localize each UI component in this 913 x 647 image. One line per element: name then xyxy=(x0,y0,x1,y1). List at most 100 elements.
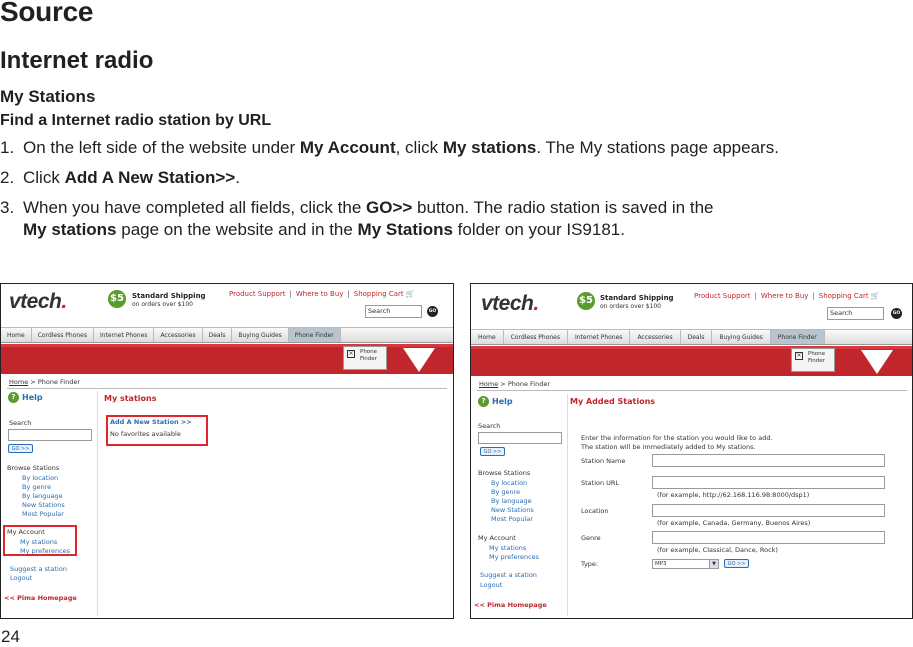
nav-home[interactable]: Home xyxy=(1,328,32,342)
v-logo-mark xyxy=(861,350,893,374)
help-link[interactable]: Help xyxy=(22,393,43,402)
sidebar-search-label: Search xyxy=(9,419,32,427)
cart-icon: 🛒 xyxy=(868,292,880,300)
help-icon: ? xyxy=(8,392,19,403)
nav-accessories[interactable]: Accessories xyxy=(630,330,681,344)
sidebar-go-button[interactable]: GO >> xyxy=(480,447,505,456)
vtech-logo: vtech. xyxy=(9,290,67,313)
step-3: 3. When you have completed all fields, cl… xyxy=(0,198,714,239)
shipping-subtitle: on orders over $100 xyxy=(600,303,661,310)
my-stations-title: My stations xyxy=(104,394,157,403)
chevron-down-icon: ▼ xyxy=(709,560,718,568)
my-stations-link[interactable]: My stations xyxy=(489,544,526,552)
new-stations-link[interactable]: New Stations xyxy=(491,506,534,514)
product-support-link[interactable]: Product Support xyxy=(694,292,750,300)
sidebar-search-input[interactable] xyxy=(478,432,562,444)
pima-homepage-link[interactable]: << Pima Homepage xyxy=(4,594,77,602)
station-name-input[interactable] xyxy=(652,454,885,467)
form-intro-line1: Enter the information for the station yo… xyxy=(581,434,773,442)
shipping-subtitle: on orders over $100 xyxy=(132,301,193,308)
nav-accessories[interactable]: Accessories xyxy=(154,328,203,342)
shipping-badge: $5 xyxy=(577,292,595,310)
where-to-buy-link[interactable]: Where to Buy xyxy=(761,292,809,300)
location-label: Location xyxy=(581,507,609,515)
sidebar-go-button[interactable]: GO >> xyxy=(8,444,33,453)
pima-homepage-link[interactable]: << Pima Homepage xyxy=(474,601,547,609)
by-language-link[interactable]: By language xyxy=(491,497,532,505)
breadcrumb-home[interactable]: Home xyxy=(9,378,28,386)
nav-deals[interactable]: Deals xyxy=(203,328,233,342)
type-select[interactable]: MP3 ▼ xyxy=(652,559,719,569)
shipping-title: Standard Shipping xyxy=(600,294,674,302)
shopping-cart-link[interactable]: Shopping Cart xyxy=(354,290,404,298)
by-location-link[interactable]: By location xyxy=(22,474,58,482)
location-input[interactable] xyxy=(652,504,885,517)
genre-input[interactable] xyxy=(652,531,885,544)
add-station-go-button[interactable]: GO >> xyxy=(724,559,749,568)
sidebar-search-label: Search xyxy=(478,422,501,430)
station-url-hint: (for example, http://62.168.116.98:8000/… xyxy=(657,491,810,499)
v-logo-mark xyxy=(403,348,435,372)
breadcrumb: Home > Phone Finder xyxy=(479,380,551,388)
type-label: Type: xyxy=(581,560,599,568)
logout-link[interactable]: Logout xyxy=(10,574,32,582)
logout-link[interactable]: Logout xyxy=(480,581,502,589)
station-url-input[interactable] xyxy=(652,476,885,489)
most-popular-link[interactable]: Most Popular xyxy=(22,510,64,518)
cart-icon: 🛒 xyxy=(403,290,415,298)
genre-label: Genre xyxy=(581,534,601,542)
nav-buying-guides[interactable]: Buying Guides xyxy=(232,328,289,342)
nav-internet-phones[interactable]: Internet Phones xyxy=(94,328,155,342)
my-account-label: My Account xyxy=(478,534,516,542)
step-2: 2. Click Add A New Station>>. xyxy=(0,168,240,187)
main-nav: Home Cordless Phones Internet Phones Acc… xyxy=(471,329,912,345)
location-hint: (for example, Canada, Germany, Buenos Ai… xyxy=(657,519,811,527)
site-search-go-button[interactable]: GO xyxy=(427,306,438,317)
add-station-highlight xyxy=(106,415,208,446)
help-link[interactable]: Help xyxy=(492,397,513,406)
suggest-station-link[interactable]: Suggest a station xyxy=(10,565,67,573)
my-account-highlight xyxy=(3,525,77,556)
nav-internet-phones[interactable]: Internet Phones xyxy=(568,330,631,344)
where-to-buy-link[interactable]: Where to Buy xyxy=(296,290,344,298)
new-stations-link[interactable]: New Stations xyxy=(22,501,65,509)
screenshot-my-stations: vtech. $5 Standard Shipping on orders ov… xyxy=(0,283,454,619)
shopping-cart-link[interactable]: Shopping Cart xyxy=(819,292,869,300)
nav-cordless-phones[interactable]: Cordless Phones xyxy=(32,328,94,342)
site-search-input[interactable]: Search xyxy=(827,307,884,320)
shipping-badge: $5 xyxy=(108,290,126,308)
phone-finder-box[interactable]: × Phone Finder xyxy=(343,346,387,370)
nav-cordless-phones[interactable]: Cordless Phones xyxy=(504,330,568,344)
manual-page: Source Internet radio My Stations Find a… xyxy=(0,0,913,646)
most-popular-link[interactable]: Most Popular xyxy=(491,515,533,523)
nav-phone-finder[interactable]: Phone Finder xyxy=(288,328,341,342)
site-search-input[interactable]: Search xyxy=(365,305,422,318)
my-preferences-link[interactable]: My preferences xyxy=(489,553,539,561)
step-1: 1. On the left side of the website under … xyxy=(0,138,779,157)
by-location-link[interactable]: By location xyxy=(491,479,527,487)
page-number: 24 xyxy=(1,627,20,646)
breadcrumb-home[interactable]: Home xyxy=(479,380,498,388)
sidebar-search-input[interactable] xyxy=(8,429,92,441)
phone-finder-box[interactable]: × Phone Finder xyxy=(791,348,835,372)
station-url-label: Station URL xyxy=(581,479,620,487)
screenshot-add-station: vtech. $5 Standard Shipping on orders ov… xyxy=(470,283,913,619)
close-icon: × xyxy=(347,350,355,358)
top-links: Product Support | Where to Buy | Shopping Ca… xyxy=(694,292,880,300)
by-genre-link[interactable]: By genre xyxy=(491,488,520,496)
my-added-stations-title: My Added Stations xyxy=(570,397,656,406)
nav-deals[interactable]: Deals xyxy=(681,330,713,344)
instruction-steps: 1. On the left side of the website under … xyxy=(0,137,912,241)
red-banner: × Phone Finder xyxy=(1,344,453,374)
site-search-go-button[interactable]: GO xyxy=(891,308,902,319)
nav-buying-guides[interactable]: Buying Guides xyxy=(712,330,771,344)
by-genre-link[interactable]: By genre xyxy=(22,483,51,491)
product-support-link[interactable]: Product Support xyxy=(229,290,285,298)
form-intro-line2: The station will be immediately added to… xyxy=(581,443,756,451)
station-name-label: Station Name xyxy=(581,457,626,465)
red-banner: × Phone Finder xyxy=(471,346,912,376)
nav-home[interactable]: Home xyxy=(471,330,504,344)
by-language-link[interactable]: By language xyxy=(22,492,63,500)
nav-phone-finder[interactable]: Phone Finder xyxy=(770,330,825,344)
suggest-station-link[interactable]: Suggest a station xyxy=(480,571,537,579)
